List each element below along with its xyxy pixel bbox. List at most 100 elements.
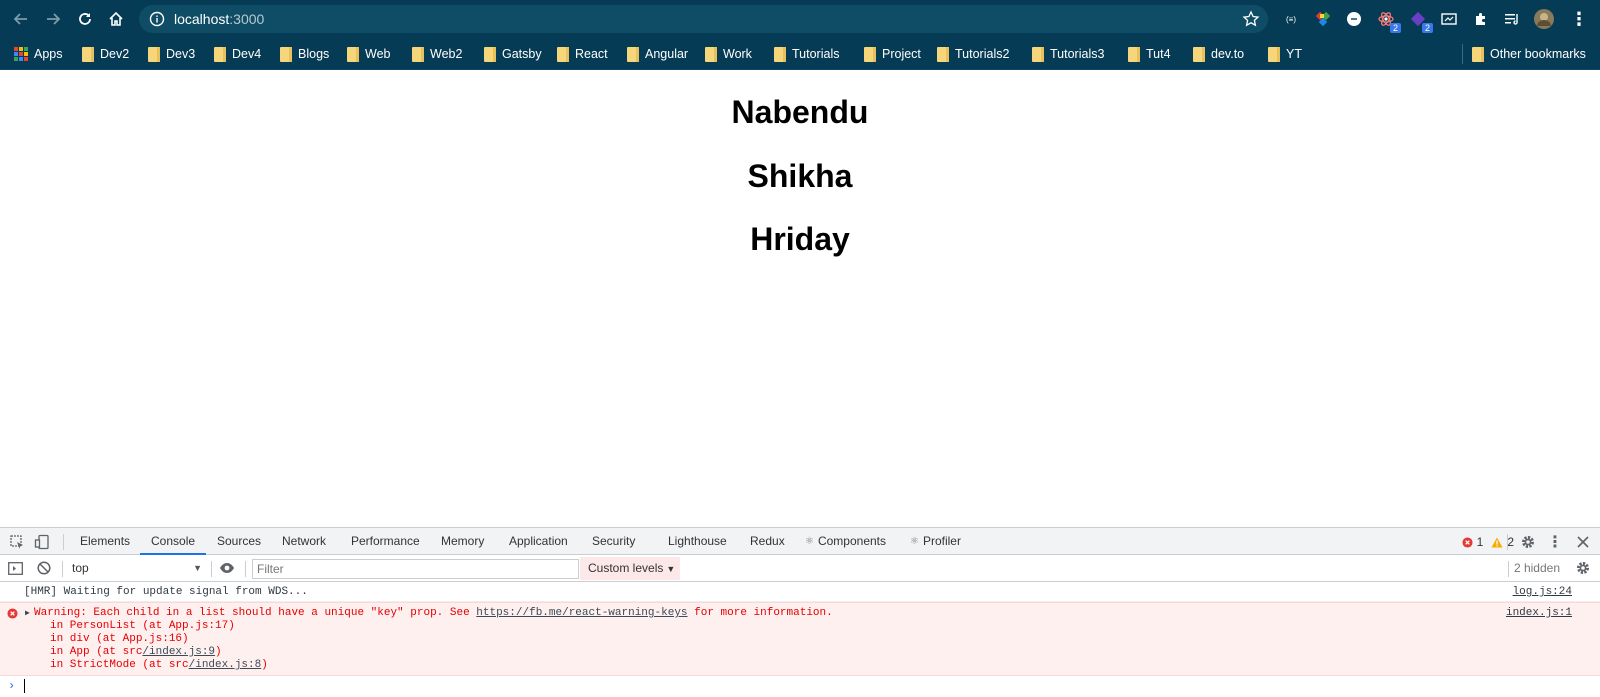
folder-icon: [1472, 46, 1484, 62]
error-doc-link[interactable]: https://fb.me/react-warning-keys: [476, 607, 687, 619]
folder-icon: [280, 46, 292, 62]
folder-icon: [705, 46, 717, 62]
tab-lighthouse[interactable]: Lighthouse: [668, 528, 727, 555]
bookmark-folder[interactable]: Tutorials2: [937, 44, 1009, 64]
console-toolbar: top ▼ Custom levels▼ 2 hidden: [0, 555, 1600, 582]
tab-profiler[interactable]: ⚛ Profiler: [910, 528, 961, 555]
bookmark-folder[interactable]: Dev3: [148, 44, 195, 64]
devtools-close-button[interactable]: [1574, 533, 1592, 551]
bookmarks-divider: [1462, 44, 1463, 64]
extension-badge: 2: [1421, 23, 1433, 33]
console-prompt[interactable]: ›: [0, 676, 1600, 696]
bookmark-label: Other bookmarks: [1490, 47, 1586, 61]
forward-button[interactable]: [41, 7, 65, 31]
extension-redux-devtools[interactable]: 2: [1408, 9, 1433, 33]
bookmark-folder[interactable]: Tut4: [1128, 44, 1171, 64]
bookmark-apps[interactable]: Apps: [14, 44, 63, 64]
bookmark-label: Dev2: [100, 47, 130, 61]
log-source-link[interactable]: log.js:24: [1513, 586, 1572, 598]
extension-colorzilla[interactable]: [1313, 9, 1333, 29]
tab-sources[interactable]: Sources: [217, 528, 261, 555]
devtools-settings-button[interactable]: [1519, 533, 1537, 551]
chrome-menu-button[interactable]: ⋮: [1569, 9, 1589, 29]
stack-frame: in PersonList (at App.js:17): [50, 620, 235, 632]
stack-frame-link[interactable]: /index.js:8: [189, 659, 262, 671]
profile-avatar[interactable]: [1534, 9, 1554, 29]
console-settings-button[interactable]: [1574, 559, 1592, 577]
stack-frame: in StrictMode (at src/index.js:8): [50, 659, 268, 671]
context-select[interactable]: top ▼: [66, 559, 206, 578]
console-messages: [HMR] Waiting for update signal from WDS…: [0, 582, 1600, 696]
toolbar-divider: [62, 561, 63, 577]
bookmark-folder[interactable]: Angular: [627, 44, 688, 64]
bookmark-label: Tut4: [1146, 47, 1171, 61]
toolbar-divider: [1508, 561, 1509, 577]
bookmark-star-icon[interactable]: [1242, 10, 1260, 28]
bookmark-folder[interactable]: Web: [347, 44, 390, 64]
back-button[interactable]: [9, 7, 33, 31]
tab-elements[interactable]: Elements: [80, 528, 130, 555]
puzzle-icon: [1476, 13, 1485, 25]
devtools-tab-bar: Elements Console Sources Network Perform…: [0, 528, 1600, 555]
bookmark-folder[interactable]: Dev2: [82, 44, 129, 64]
stack-frame: in div (at App.js:16): [50, 633, 189, 645]
show-sidebar-button[interactable]: [6, 559, 24, 577]
bookmark-folder[interactable]: Work: [705, 44, 752, 64]
hidden-count: 2 hidden: [1513, 561, 1560, 575]
tab-performance[interactable]: Performance: [351, 528, 420, 555]
screen-icon: [1441, 13, 1457, 25]
tab-application[interactable]: Application: [509, 528, 568, 555]
error-message-text: Warning: Each child in a list should hav…: [34, 607, 477, 619]
reload-button[interactable]: [73, 7, 97, 31]
tab-memory[interactable]: Memory: [441, 528, 484, 555]
devtools-menu-button[interactable]: ⋮: [1546, 533, 1564, 551]
extension-cheerio[interactable]: (≡): [1281, 9, 1301, 29]
bookmark-folder[interactable]: Blogs: [280, 44, 329, 64]
bookmark-label: Tutorials2: [955, 47, 1010, 61]
bookmark-label: Gatsby: [502, 47, 542, 61]
info-icon[interactable]: [149, 11, 165, 27]
bookmark-folder[interactable]: Tutorials3: [1032, 44, 1104, 64]
inspect-element-button[interactable]: [8, 533, 26, 551]
home-button[interactable]: [104, 7, 128, 31]
bookmark-folder[interactable]: Project: [864, 44, 921, 64]
tab-components[interactable]: ⚛ Components: [805, 528, 886, 555]
bookmark-other[interactable]: Other bookmarks: [1472, 44, 1586, 64]
clear-console-button[interactable]: [35, 559, 53, 577]
extension-react-devtools[interactable]: 2: [1376, 9, 1401, 33]
bookmark-folder[interactable]: React: [557, 44, 608, 64]
address-bar[interactable]: localhost:3000: [139, 5, 1268, 33]
extension-circle[interactable]: [1344, 9, 1364, 29]
tab-redux[interactable]: Redux: [750, 528, 785, 555]
console-filter-input[interactable]: [252, 559, 579, 579]
device-toolbar-button[interactable]: [33, 533, 51, 551]
toolbar-divider: [245, 561, 246, 577]
bookmark-folder[interactable]: YT: [1268, 44, 1302, 64]
folder-icon: [557, 46, 569, 62]
reading-list[interactable]: [1502, 9, 1522, 29]
extensions-puzzle[interactable]: [1471, 9, 1491, 29]
error-source-link[interactable]: index.js:1: [1506, 607, 1572, 619]
browser-toolbar: localhost:3000 (≡) 2 2 ⋮: [0, 0, 1600, 38]
live-expression-button[interactable]: [218, 559, 236, 577]
extension-screen[interactable]: [1439, 9, 1459, 29]
bookmark-folder[interactable]: Tutorials: [774, 44, 839, 64]
stack-frame-text: in StrictMode (at src: [50, 659, 189, 671]
arrow-left-icon: [13, 13, 27, 25]
log-levels-dropdown[interactable]: Custom levels ▼: [580, 557, 680, 580]
bookmark-folder[interactable]: Gatsby: [484, 44, 542, 64]
sidebar-icon: [7, 561, 23, 575]
bookmark-folder[interactable]: Dev4: [214, 44, 261, 64]
folder-icon: [864, 46, 876, 62]
error-circle-icon: [7, 608, 18, 619]
bookmark-folder[interactable]: dev.to: [1193, 44, 1244, 64]
tab-network[interactable]: Network: [282, 528, 326, 555]
bookmark-folder[interactable]: Web2: [412, 44, 462, 64]
stack-frame-suffix: ): [215, 646, 222, 658]
tab-security[interactable]: Security: [592, 528, 635, 555]
stack-frame-link[interactable]: /index.js:9: [142, 646, 215, 658]
tab-console[interactable]: Console: [140, 528, 207, 555]
url-port: :3000: [229, 11, 265, 27]
tab-label: Profiler: [922, 534, 961, 548]
expand-triangle-icon[interactable]: ▶: [25, 608, 30, 618]
